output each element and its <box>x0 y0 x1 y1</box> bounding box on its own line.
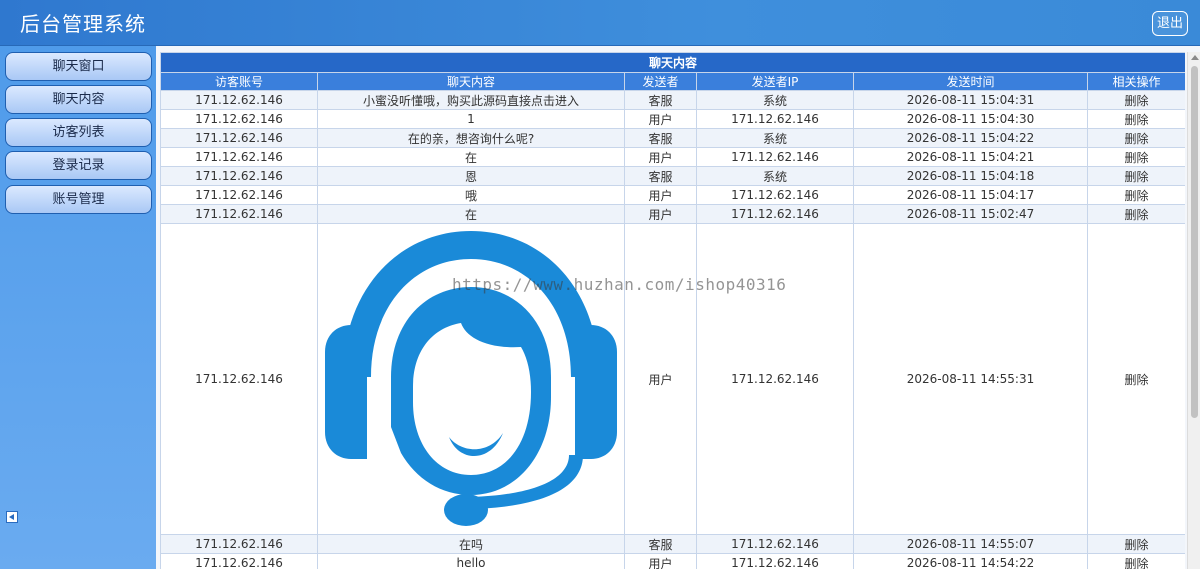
sender-ip-cell: 171.12.62.146 <box>696 223 854 535</box>
content-cell: 哦 <box>317 185 625 205</box>
chat-content-panel: 聊天内容 访客账号 聊天内容 发送者 发送者IP 发送时间 相关操作 171.1… <box>160 52 1185 569</box>
time-cell: 2026-08-11 15:02:47 <box>853 204 1088 224</box>
sender-cell: 客服 <box>624 166 697 186</box>
sender-cell: 用户 <box>624 223 697 535</box>
visitor-cell: 171.12.62.146 <box>160 204 318 224</box>
time-cell: 2026-08-11 15:04:17 <box>853 185 1088 205</box>
scroll-up-arrow-icon[interactable] <box>1191 55 1199 60</box>
sender-ip-cell: 171.12.62.146 <box>696 204 854 224</box>
time-cell: 2026-08-11 14:55:07 <box>853 534 1088 554</box>
sender-cell: 客服 <box>624 90 697 110</box>
table-row: 171.12.62.146 恩 客服 系统 2026-08-11 15:04:1… <box>160 166 1185 186</box>
top-bar: 后台管理系统 退出 <box>0 0 1200 46</box>
delete-link[interactable]: 删除 <box>1086 128 1185 148</box>
table-row: 171.12.62.146 在吗 客服 171.12.62.146 2026-0… <box>160 534 1185 554</box>
table-caption: 聊天内容 <box>160 52 1185 73</box>
time-cell: 2026-08-11 15:04:21 <box>853 147 1088 167</box>
table-row: 171.12.62.146 用户 171.12.62.146 2026-08-1… <box>160 223 1185 535</box>
sidebar-item-chat-content[interactable]: 聊天内容 <box>5 85 152 114</box>
content-cell: 在吗 <box>317 534 625 554</box>
sender-ip-cell: 系统 <box>696 90 854 110</box>
table-row: 171.12.62.146 在 用户 171.12.62.146 2026-08… <box>160 204 1185 224</box>
time-cell: 2026-08-11 14:54:22 <box>853 553 1088 569</box>
logout-button[interactable]: 退出 <box>1152 11 1188 36</box>
table-row: 171.12.62.146 1 用户 171.12.62.146 2026-08… <box>160 109 1185 129</box>
sender-cell: 用户 <box>624 553 697 569</box>
sender-ip-cell: 系统 <box>696 166 854 186</box>
visitor-cell: 171.12.62.146 <box>160 223 318 535</box>
content-cell: 在 <box>317 204 625 224</box>
watermark-text: https://www.huzhan.com/ishop40316 <box>452 275 787 294</box>
content-cell: hello <box>317 553 625 569</box>
content-cell: 在 <box>317 147 625 167</box>
content-cell: 小蜜没听懂哦，购买此源码直接点击进入 <box>317 90 625 110</box>
visitor-cell: 171.12.62.146 <box>160 534 318 554</box>
visitor-cell: 171.12.62.146 <box>160 553 318 569</box>
sidebar-item-login-records[interactable]: 登录记录 <box>5 151 152 180</box>
delete-link[interactable]: 删除 <box>1086 147 1185 167</box>
vertical-scrollbar[interactable] <box>1187 52 1200 569</box>
sender-ip-cell: 系统 <box>696 128 854 148</box>
visitor-cell: 171.12.62.146 <box>160 109 318 129</box>
column-header-action: 相关操作 <box>1086 72 1185 91</box>
time-cell: 2026-08-11 15:04:30 <box>853 109 1088 129</box>
customer-service-headset-icon <box>325 230 617 526</box>
sender-ip-cell: 171.12.62.146 <box>696 185 854 205</box>
sender-ip-cell: 171.12.62.146 <box>696 553 854 569</box>
column-header-time: 发送时间 <box>853 72 1088 91</box>
sidebar-item-chat-window[interactable]: 聊天窗口 <box>5 52 152 81</box>
delete-link[interactable]: 删除 <box>1086 185 1185 205</box>
time-cell: 2026-08-11 15:04:18 <box>853 166 1088 186</box>
delete-link[interactable]: 删除 <box>1086 553 1185 569</box>
content-cell: 在的亲，想咨询什么呢? <box>317 128 625 148</box>
visitor-cell: 171.12.62.146 <box>160 90 318 110</box>
sidebar: 聊天窗口 聊天内容 访客列表 登录记录 账号管理 <box>0 46 156 569</box>
table-row: 171.12.62.146 hello 用户 171.12.62.146 202… <box>160 553 1185 569</box>
table-row: 171.12.62.146 在的亲，想咨询什么呢? 客服 系统 2026-08-… <box>160 128 1185 148</box>
table-row: 171.12.62.146 在 用户 171.12.62.146 2026-08… <box>160 147 1185 167</box>
column-header-visitor: 访客账号 <box>160 72 318 91</box>
chat-content-table: 聊天内容 访客账号 聊天内容 发送者 发送者IP 发送时间 相关操作 171.1… <box>160 52 1185 569</box>
visitor-cell: 171.12.62.146 <box>160 147 318 167</box>
scroll-thumb[interactable] <box>1191 66 1198 418</box>
app-title: 后台管理系统 <box>20 12 146 36</box>
delete-link[interactable]: 删除 <box>1086 90 1185 110</box>
sender-ip-cell: 171.12.62.146 <box>696 147 854 167</box>
delete-link[interactable]: 删除 <box>1086 166 1185 186</box>
content-image-cell <box>317 223 625 535</box>
delete-link[interactable]: 删除 <box>1086 109 1185 129</box>
time-cell: 2026-08-11 14:55:31 <box>853 223 1088 535</box>
content-cell: 1 <box>317 109 625 129</box>
time-cell: 2026-08-11 15:04:31 <box>853 90 1088 110</box>
table-row: 171.12.62.146 小蜜没听懂哦，购买此源码直接点击进入 客服 系统 2… <box>160 90 1185 110</box>
sender-cell: 用户 <box>624 204 697 224</box>
sender-cell: 用户 <box>624 185 697 205</box>
sidebar-collapse-icon[interactable] <box>6 511 18 523</box>
content-cell: 恩 <box>317 166 625 186</box>
column-header-sender-ip: 发送者IP <box>696 72 854 91</box>
sender-cell: 客服 <box>624 534 697 554</box>
visitor-cell: 171.12.62.146 <box>160 128 318 148</box>
sender-ip-cell: 171.12.62.146 <box>696 534 854 554</box>
sender-cell: 用户 <box>624 147 697 167</box>
visitor-cell: 171.12.62.146 <box>160 166 318 186</box>
time-cell: 2026-08-11 15:04:22 <box>853 128 1088 148</box>
sender-cell: 用户 <box>624 109 697 129</box>
sender-ip-cell: 171.12.62.146 <box>696 109 854 129</box>
sender-cell: 客服 <box>624 128 697 148</box>
delete-link[interactable]: 删除 <box>1086 534 1185 554</box>
delete-link[interactable]: 删除 <box>1086 223 1185 535</box>
sidebar-item-account-management[interactable]: 账号管理 <box>5 185 152 214</box>
visitor-cell: 171.12.62.146 <box>160 185 318 205</box>
column-header-content: 聊天内容 <box>317 72 625 91</box>
sidebar-item-visitor-list[interactable]: 访客列表 <box>5 118 152 147</box>
delete-link[interactable]: 删除 <box>1086 204 1185 224</box>
column-header-sender: 发送者 <box>624 72 697 91</box>
table-row: 171.12.62.146 哦 用户 171.12.62.146 2026-08… <box>160 185 1185 205</box>
